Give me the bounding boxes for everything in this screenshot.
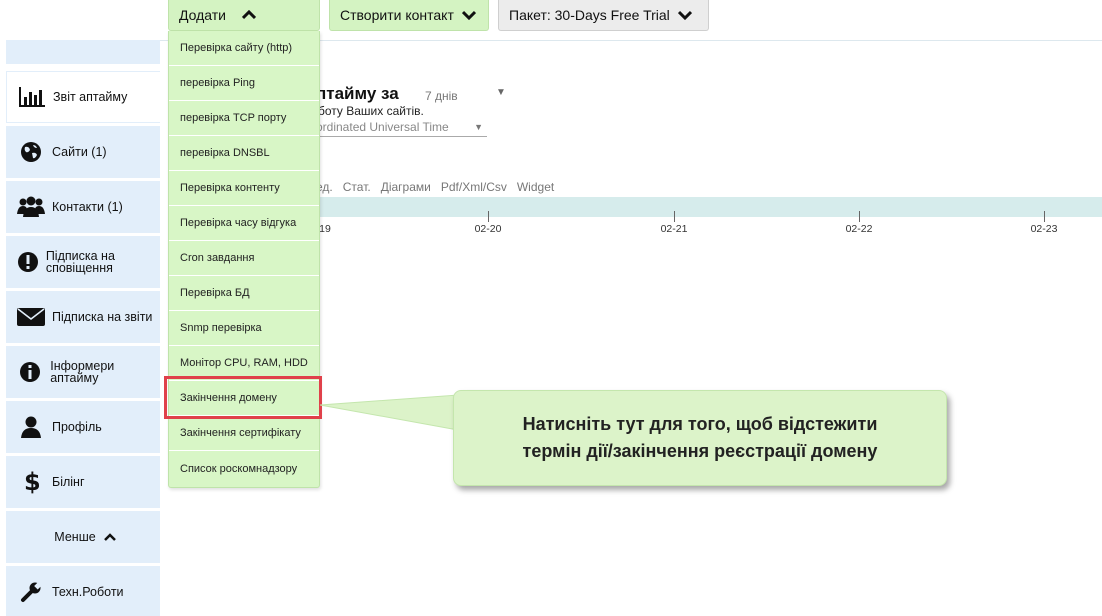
menu-item-tcp-check[interactable]: перевірка TCP порту	[169, 101, 319, 136]
timeline-tick	[1044, 211, 1045, 222]
sidebar-item-label: Профіль	[52, 420, 102, 434]
menu-item-roskomnadzor-list[interactable]: Список роскомнадзору	[169, 451, 319, 486]
caret-down-icon[interactable]: ▼	[496, 87, 506, 98]
menu-item-response-time-check[interactable]: Перевірка часу відгука	[169, 206, 319, 241]
menu-item-dnsbl-check[interactable]: перевірка DNSBL	[169, 136, 319, 171]
menu-item-content-check[interactable]: Перевірка контенту	[169, 171, 319, 206]
sidebar-item-uptime-report[interactable]: Звіт аптайму	[6, 71, 160, 123]
sidebar-item-label: Менше	[54, 530, 96, 544]
sidebar-item-label: Контакти (1)	[52, 200, 123, 214]
sidebar-item-label: Техн.Роботи	[52, 585, 124, 599]
chevron-down-icon	[677, 10, 692, 20]
tab-charts[interactable]: Діаграми	[381, 180, 431, 194]
sidebar-less-toggle[interactable]: Менше	[6, 511, 160, 563]
bar-chart-icon	[15, 86, 49, 108]
timezone-select[interactable]: ordinated Universal Time ▼	[316, 120, 487, 137]
highlight-box	[164, 376, 322, 419]
sidebar-item-sites[interactable]: Сайти (1)	[6, 126, 160, 178]
menu-item-snmp-check[interactable]: Snmp перевірка	[169, 311, 319, 346]
sidebar-item-contacts[interactable]: Контакти (1)	[6, 181, 160, 233]
tab-export[interactable]: Pdf/Xml/Csv	[441, 180, 507, 194]
sidebar-item-label: Звіт аптайму	[53, 90, 128, 104]
chevron-up-icon	[103, 532, 116, 542]
timeline-tick	[859, 211, 860, 222]
period-select[interactable]: 7 днів	[425, 89, 458, 103]
timeline-label: 19	[319, 223, 331, 235]
page-subtitle: боту Ваших сайтів.	[318, 104, 424, 118]
sidebar-item-uptime-informers[interactable]: Інформери аптайму	[6, 346, 160, 398]
plan-label: Пакет: 30-Days Free Trial	[509, 7, 670, 23]
timeline-tick	[488, 211, 489, 222]
user-icon	[14, 416, 48, 438]
callout-tooltip: Натисніть тут для того, щоб відстежити т…	[453, 390, 947, 486]
sidebar-item-label: Підписка на сповіщення	[45, 249, 115, 275]
menu-item-certificate-expiry[interactable]: Закінчення сертифікату	[169, 416, 319, 451]
sidebar-item-label: Білінг	[52, 475, 85, 489]
timeline-label: 02-23	[1030, 223, 1058, 235]
page: Додати Створити контакт Пакет: 30-Days F…	[0, 0, 1102, 616]
dollar-icon: $	[14, 468, 48, 496]
create-contact-label: Створити контакт	[340, 7, 454, 23]
menu-item-http-check[interactable]: Перевірка сайту (http)	[169, 31, 319, 66]
add-button-label: Додати	[179, 7, 226, 23]
timeline-tick	[674, 211, 675, 222]
plan-button[interactable]: Пакет: 30-Days Free Trial	[498, 0, 709, 31]
menu-item-ping-check[interactable]: перевірка Ping	[169, 66, 319, 101]
tab-stats[interactable]: Стат.	[343, 180, 371, 194]
sidebar-item-label: Підписка на звіти	[52, 310, 153, 324]
sidebar-item-profile[interactable]: Профіль	[6, 401, 160, 453]
report-tabs: ед. Стат. Діаграми Pdf/Xml/Csv Widget	[316, 180, 554, 194]
tab-widget[interactable]: Widget	[517, 180, 554, 194]
sidebar: Звіт аптайму Сайти (1) Контакти (1) Підп…	[6, 40, 160, 616]
uptime-timeline-bar	[316, 197, 1102, 217]
sidebar-item-report-subscription[interactable]: Підписка на звіти	[6, 291, 160, 343]
page-title: птайму за	[316, 84, 399, 103]
wrench-icon	[14, 581, 48, 603]
add-button[interactable]: Додати	[168, 0, 320, 31]
sidebar-item-billing[interactable]: $ Білінг	[6, 456, 160, 508]
svg-text:$: $	[24, 468, 39, 496]
create-contact-button[interactable]: Створити контакт	[329, 0, 489, 31]
envelope-icon	[14, 307, 48, 327]
sidebar-item-label: Сайти (1)	[52, 145, 107, 159]
timezone-value: ordinated Universal Time	[316, 120, 449, 134]
callout-text: Натисніть тут для того, щоб відстежити т…	[522, 414, 878, 461]
sidebar-item-alert-subscription[interactable]: Підписка на сповіщення	[6, 236, 160, 288]
sidebar-item-label: Інформери аптайму	[50, 359, 115, 385]
globe-icon	[14, 141, 48, 163]
exclamation-icon	[14, 251, 42, 273]
menu-item-db-check[interactable]: Перевірка БД	[169, 276, 319, 311]
timeline-label: 02-21	[660, 223, 688, 235]
info-icon	[14, 361, 46, 383]
chevron-up-icon	[242, 10, 256, 20]
menu-item-cron-job[interactable]: Cron завдання	[169, 241, 319, 276]
chevron-down-icon	[461, 10, 476, 20]
caret-down-icon: ▼	[474, 122, 483, 132]
users-icon	[14, 196, 48, 218]
sidebar-top-strip	[6, 40, 160, 64]
timeline-label: 02-22	[845, 223, 873, 235]
sidebar-item-maintenance[interactable]: Техн.Роботи	[6, 566, 160, 616]
add-dropdown-menu: Перевірка сайту (http) перевірка Ping пе…	[168, 31, 320, 488]
timeline-label: 02-20	[474, 223, 502, 235]
